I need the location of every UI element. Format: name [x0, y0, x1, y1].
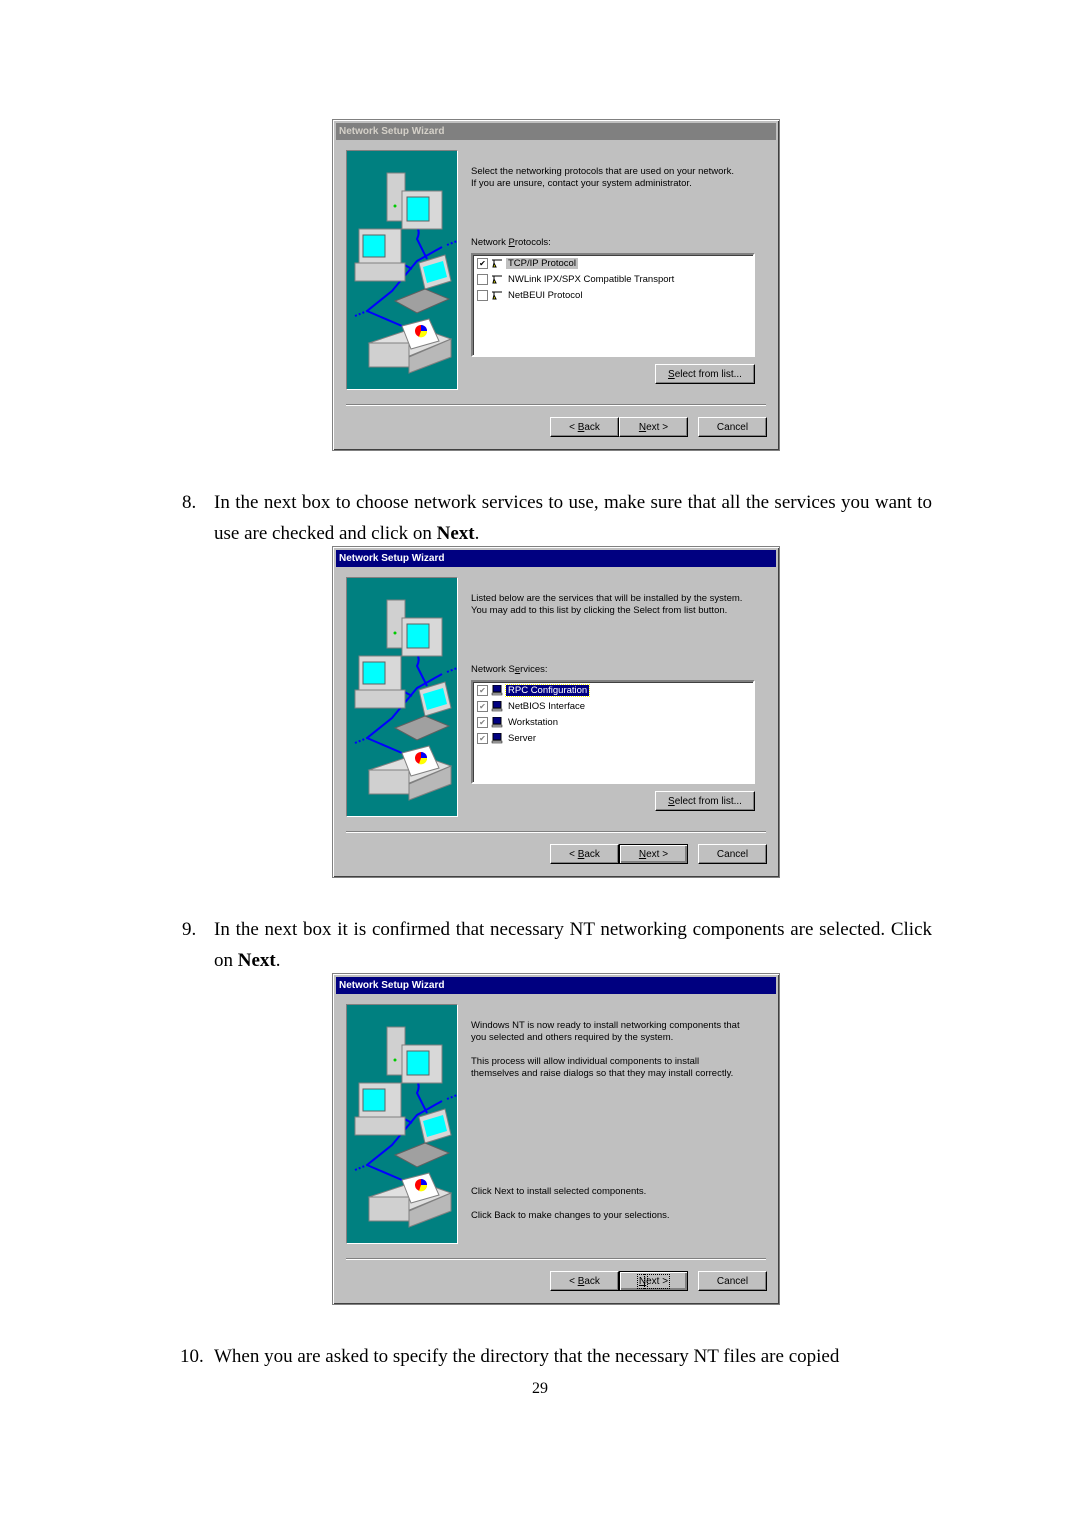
dialog-title: Network Setup Wizard — [336, 123, 776, 140]
next-button[interactable]: Next > — [619, 417, 688, 437]
separator — [346, 831, 766, 833]
network-computers-illustration — [354, 599, 457, 801]
step-8: 8. In the next box to choose network ser… — [182, 492, 932, 544]
list-item[interactable]: ✔ TCP/IP Protocol — [473, 255, 753, 271]
desktop-computer-icon — [354, 655, 406, 709]
checkbox-checked[interactable]: ✔ — [477, 716, 488, 728]
protocol-icon — [492, 275, 502, 283]
service-icon — [491, 732, 503, 743]
monitor-icon — [401, 1044, 443, 1084]
intro-line: You may add to this list by clicking the… — [471, 605, 728, 616]
intro-line: you selected and others required by the … — [471, 1032, 674, 1043]
network-setup-wizard-protocols: Network Setup Wizard Select the networki… — [332, 119, 780, 451]
intro-text: Listed below are the services that will … — [471, 593, 742, 617]
next-button[interactable]: Next > — [619, 1271, 688, 1291]
intro-text-2: This process will allow individual compo… — [471, 1056, 733, 1080]
printer-icon — [367, 318, 453, 374]
intro-line: themselves and raise dialogs so that the… — [471, 1068, 734, 1079]
cancel-button[interactable]: Cancel — [698, 1271, 767, 1291]
separator — [346, 1258, 766, 1260]
service-icon — [491, 684, 503, 695]
checkbox-unchecked[interactable] — [477, 273, 488, 285]
checkbox-checked[interactable]: ✔ — [477, 257, 488, 269]
network-setup-wizard-services: Network Setup Wizard Listed below are th… — [332, 546, 780, 878]
dialog-title: Network Setup Wizard — [336, 977, 776, 994]
intro-line: Select the networking protocols that are… — [471, 166, 734, 177]
network-setup-wizard-confirm: Network Setup Wizard Windows NT is now r… — [332, 973, 780, 1305]
list-item[interactable]: NWLink IPX/SPX Compatible Transport — [473, 271, 753, 287]
intro-line: If you are unsure, contact your system a… — [471, 178, 692, 189]
monitor-icon — [401, 617, 443, 657]
back-button[interactable]: < Back — [550, 1271, 619, 1291]
list-item[interactable]: ✔ RPC Configuration — [473, 682, 753, 698]
back-button[interactable]: < Back — [550, 844, 619, 864]
monitor-icon — [401, 190, 443, 230]
service-icon — [491, 716, 503, 727]
services-listbox[interactable]: ✔ RPC Configuration ✔ NetBIOS Interface ✔ W… — [471, 680, 755, 784]
separator — [346, 404, 766, 406]
intro-line: Listed below are the services that will … — [471, 593, 743, 604]
network-computers-illustration — [354, 172, 457, 374]
list-item[interactable]: ✔ Server — [473, 730, 753, 746]
protocol-icon — [492, 259, 502, 267]
footer-text-next: Click Next to install selected component… — [471, 1186, 647, 1197]
next-button[interactable]: Next > — [619, 844, 688, 864]
desktop-computer-icon — [354, 228, 406, 282]
cancel-button[interactable]: Cancel — [698, 844, 767, 864]
network-illustration — [346, 150, 458, 390]
network-illustration — [346, 1004, 458, 1244]
list-item[interactable]: ✔ NetBIOS Interface — [473, 698, 753, 714]
printer-icon — [367, 745, 453, 801]
checkbox-checked[interactable]: ✔ — [477, 684, 488, 696]
protocol-icon — [492, 291, 502, 299]
printer-icon — [367, 1172, 453, 1228]
list-item[interactable]: ✔ Workstation — [473, 714, 753, 730]
intro-line: Windows NT is now ready to install netwo… — [471, 1020, 740, 1031]
select-from-list-button[interactable]: Select from list... — [655, 791, 755, 811]
page-number: 29 — [532, 1380, 548, 1397]
service-icon — [491, 700, 503, 711]
step-10: 10. When you are asked to specify the di… — [180, 1346, 840, 1367]
checkbox-checked[interactable]: ✔ — [477, 732, 488, 744]
network-computers-illustration — [354, 1026, 457, 1228]
network-illustration — [346, 577, 458, 817]
desktop-computer-icon — [354, 1082, 406, 1136]
footer-text-back: Click Back to make changes to your selec… — [471, 1210, 670, 1221]
step-9: 9. In the next box it is confirmed that … — [182, 919, 932, 971]
list-label: Network Services: — [471, 664, 548, 675]
back-button[interactable]: < Back — [550, 417, 619, 437]
list-label: Network Protocols: — [471, 237, 551, 248]
checkbox-unchecked[interactable] — [477, 289, 488, 301]
intro-line: This process will allow individual compo… — [471, 1056, 700, 1067]
intro-text: Windows NT is now ready to install netwo… — [471, 1020, 740, 1044]
protocols-listbox[interactable]: ✔ TCP/IP Protocol NWLink IPX/SPX Compatib… — [471, 253, 755, 357]
select-from-list-button[interactable]: Select from list... — [655, 364, 755, 384]
cancel-button[interactable]: Cancel — [698, 417, 767, 437]
checkbox-checked[interactable]: ✔ — [477, 700, 488, 712]
list-item[interactable]: NetBEUI Protocol — [473, 287, 753, 303]
dialog-title: Network Setup Wizard — [336, 550, 776, 567]
intro-text: Select the networking protocols that are… — [471, 166, 734, 190]
